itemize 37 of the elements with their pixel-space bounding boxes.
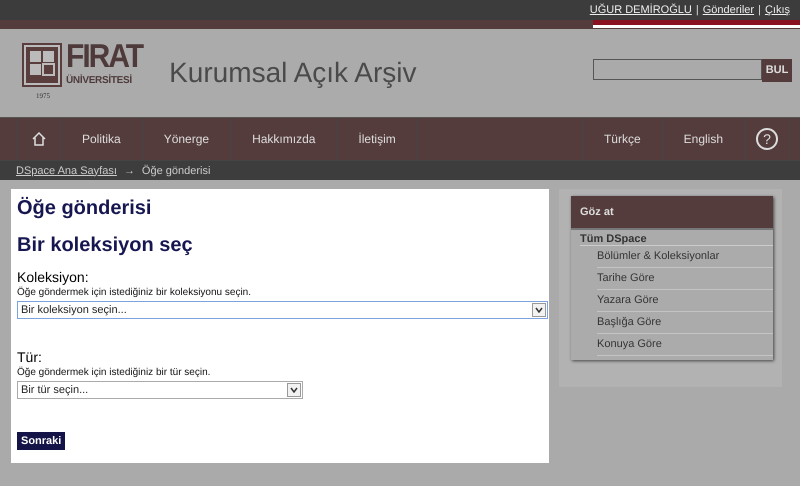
field-help-text: Öğe göndermek için istediğiniz bir koleksiyonu seçin. xyxy=(17,287,252,298)
user-menu-link[interactable]: UĞUR DEMİROĞLU xyxy=(590,4,692,16)
nav-link[interactable]: English xyxy=(662,118,744,160)
page-title: Öğe gönderisi xyxy=(17,197,152,220)
site-title: Kurumsal Açık Arşiv xyxy=(169,57,418,89)
field-help-text: Öğe göndermek için istediğiniz bir tür seçin. xyxy=(17,367,212,378)
separator: | xyxy=(696,4,699,16)
nav-link[interactable]: Hakkımızda xyxy=(230,118,336,160)
browse-link[interactable]: Bölümler & Koleksiyonlar xyxy=(597,246,773,268)
browse-link[interactable]: Tarihe Göre xyxy=(597,268,773,290)
logo-name: FIRAT xyxy=(66,40,142,74)
user-menu-link[interactable]: Çıkış xyxy=(764,4,790,16)
breadcrumb-arrow: → xyxy=(124,164,135,176)
search-button[interactable]: BUL xyxy=(762,58,792,82)
browse-group-title: Tüm DSpace xyxy=(580,233,773,246)
help-button[interactable]: ? xyxy=(756,128,778,150)
next-button[interactable]: Sonraki xyxy=(17,432,66,450)
separator: | xyxy=(758,4,761,16)
field-label: Koleksiyon: xyxy=(17,269,90,285)
dropdown[interactable]: Bir tür seçin... xyxy=(17,381,303,399)
browse-link[interactable]: Konuya Göre xyxy=(597,334,773,356)
field-label: Tür: xyxy=(17,349,43,365)
section-title: Bir koleksiyon seç xyxy=(17,234,194,257)
nav-link[interactable]: İletişim xyxy=(336,118,417,160)
breadcrumb-current: Öğe gönderisi xyxy=(142,164,210,176)
nav-link[interactable]: Politika xyxy=(60,118,142,160)
nav-link[interactable]: Yönerge xyxy=(142,118,230,160)
search-field[interactable] xyxy=(593,58,762,80)
nav-link[interactable]: Türkçe xyxy=(582,118,662,160)
browse-link[interactable]: Başlığa Göre xyxy=(597,312,773,334)
home-icon xyxy=(31,131,47,147)
user-menu-link[interactable]: Gönderiler xyxy=(702,4,754,16)
logo-subtitle: ÜNİVERSİTESİ xyxy=(66,76,133,86)
browse-link[interactable]: Yazara Göre xyxy=(597,290,773,312)
browse-title: Göz at xyxy=(571,196,773,230)
breadcrumb-link[interactable]: DSpace Ana Sayfası xyxy=(16,164,117,176)
dropdown[interactable]: Bir koleksiyon seçin... xyxy=(17,301,548,319)
